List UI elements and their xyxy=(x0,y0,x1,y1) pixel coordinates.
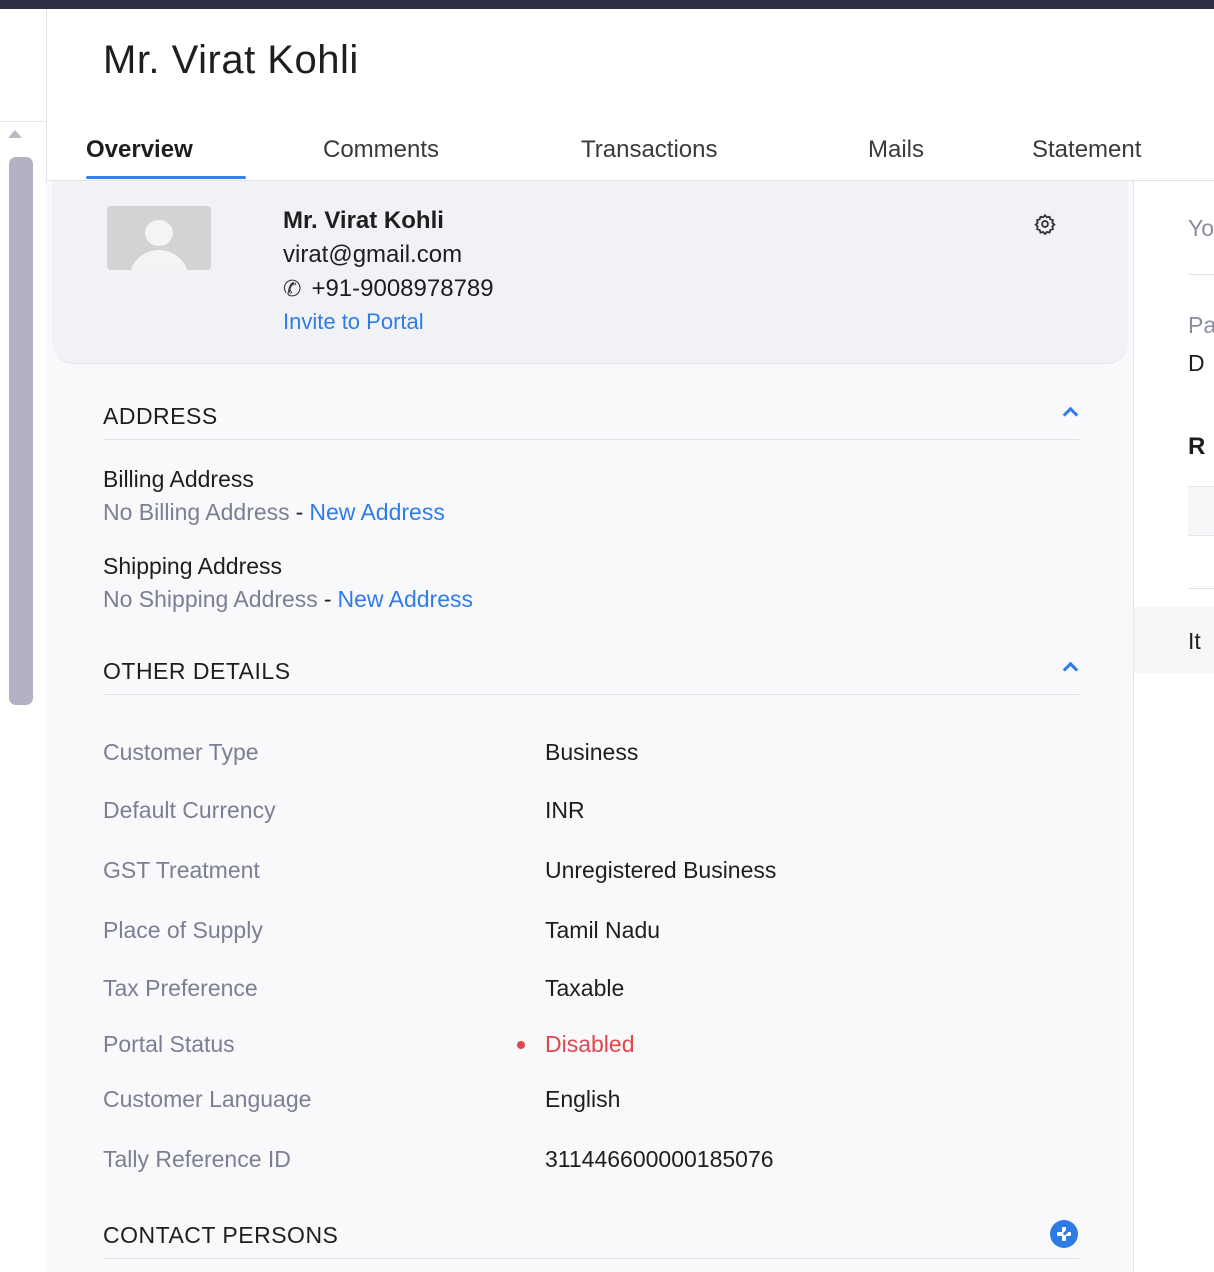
billing-address-separator: - xyxy=(295,499,304,525)
profile-card: Mr. Virat Kohli virat@gmail.com ✆ +91-90… xyxy=(52,181,1128,364)
other-details-collapse-chevron-icon[interactable] xyxy=(1062,661,1079,678)
avatar xyxy=(107,206,211,270)
shipping-address-line: No Shipping Address - New Address xyxy=(103,586,473,613)
avatar-body xyxy=(129,250,189,270)
customer-type-label: Customer Type xyxy=(103,739,259,765)
tax-preference-label: Tax Preference xyxy=(103,975,258,1001)
profile-phone-number: +91-9008978789 xyxy=(311,275,494,302)
active-tab-indicator xyxy=(86,176,246,179)
other-details-section-title: OTHER DETAILS xyxy=(103,658,291,684)
page-title: Mr. Virat Kohli xyxy=(103,38,359,82)
right-peek-table-header xyxy=(1188,486,1214,536)
profile-phone: ✆ +91-9008978789 xyxy=(283,275,494,303)
contact-persons-section-title: CONTACT PERSONS xyxy=(103,1222,339,1248)
gst-treatment-label: GST Treatment xyxy=(103,857,260,883)
avatar-head xyxy=(145,220,173,246)
left-rail xyxy=(0,9,47,1272)
tab-transactions[interactable]: Transactions xyxy=(581,136,718,164)
address-collapse-chevron-icon[interactable] xyxy=(1062,406,1079,423)
place-of-supply-label: Place of Supply xyxy=(103,917,263,943)
portal-status-label: Portal Status xyxy=(103,1031,235,1057)
right-peek-text-1: Yo xyxy=(1188,215,1214,241)
invite-to-portal-link[interactable]: Invite to Portal xyxy=(283,309,424,335)
tally-reference-id-value: 311446600000185076 xyxy=(545,1146,774,1172)
place-of-supply-value: Tamil Nadu xyxy=(545,917,661,943)
tab-statement[interactable]: Statement xyxy=(1032,136,1141,164)
billing-address-line: No Billing Address - New Address xyxy=(103,499,445,526)
gst-treatment-value: Unregistered Business xyxy=(545,857,777,883)
right-peek-text-2: Pa xyxy=(1188,312,1214,338)
address-section-header: ADDRESS xyxy=(103,389,1079,440)
tally-reference-id-label: Tally Reference ID xyxy=(103,1146,291,1172)
scroll-up-arrow-icon[interactable] xyxy=(8,130,22,138)
right-peek-band xyxy=(1134,607,1214,673)
shipping-new-address-link[interactable]: New Address xyxy=(337,586,473,612)
app-frame: Mr. Virat Kohli Overview Comments Transa… xyxy=(0,0,1214,1272)
billing-address-label: Billing Address xyxy=(103,466,254,492)
profile-name: Mr. Virat Kohli xyxy=(283,207,444,234)
default-currency-value: INR xyxy=(545,797,585,823)
right-peek-heading: R xyxy=(1188,433,1206,460)
rail-divider xyxy=(0,121,46,122)
right-peek-divider-2 xyxy=(1188,588,1214,589)
gear-icon[interactable] xyxy=(1034,213,1056,235)
shipping-address-empty: No Shipping Address xyxy=(103,586,318,612)
customer-language-label: Customer Language xyxy=(103,1086,312,1112)
tab-comments[interactable]: Comments xyxy=(323,136,439,164)
address-section-title: ADDRESS xyxy=(103,403,218,429)
tab-mails[interactable]: Mails xyxy=(868,136,924,164)
customer-language-value: English xyxy=(545,1086,621,1112)
customer-type-value: Business xyxy=(545,739,639,765)
portal-status-value: Disabled xyxy=(545,1031,635,1057)
other-details-section-header: OTHER DETAILS xyxy=(103,644,1079,695)
top-bar xyxy=(0,0,1214,9)
right-peek-divider xyxy=(1188,274,1214,275)
tax-preference-value: Taxable xyxy=(545,975,625,1001)
scrollbar-thumb[interactable] xyxy=(9,157,33,705)
overview-pane: Mr. Virat Kohli virat@gmail.com ✆ +91-90… xyxy=(46,181,1134,1272)
contact-persons-section-header: CONTACT PERSONS xyxy=(103,1208,1079,1259)
status-dot-icon xyxy=(517,1041,525,1049)
shipping-address-label: Shipping Address xyxy=(103,553,283,579)
billing-new-address-link[interactable]: New Address xyxy=(309,499,445,525)
right-peek-text-3: D xyxy=(1188,350,1205,376)
default-currency-label: Default Currency xyxy=(103,797,276,823)
tab-bar: Overview Comments Transactions Mails Sta… xyxy=(46,128,1214,181)
shipping-address-separator: - xyxy=(323,586,332,612)
tab-overview[interactable]: Overview xyxy=(86,136,193,164)
phone-icon: ✆ xyxy=(283,276,302,301)
profile-email: virat@gmail.com xyxy=(283,241,463,268)
right-peek-text-5: It xyxy=(1188,628,1201,654)
right-pane-peek: Yo Pa D R It xyxy=(1134,181,1214,1272)
billing-address-empty: No Billing Address xyxy=(103,499,290,525)
